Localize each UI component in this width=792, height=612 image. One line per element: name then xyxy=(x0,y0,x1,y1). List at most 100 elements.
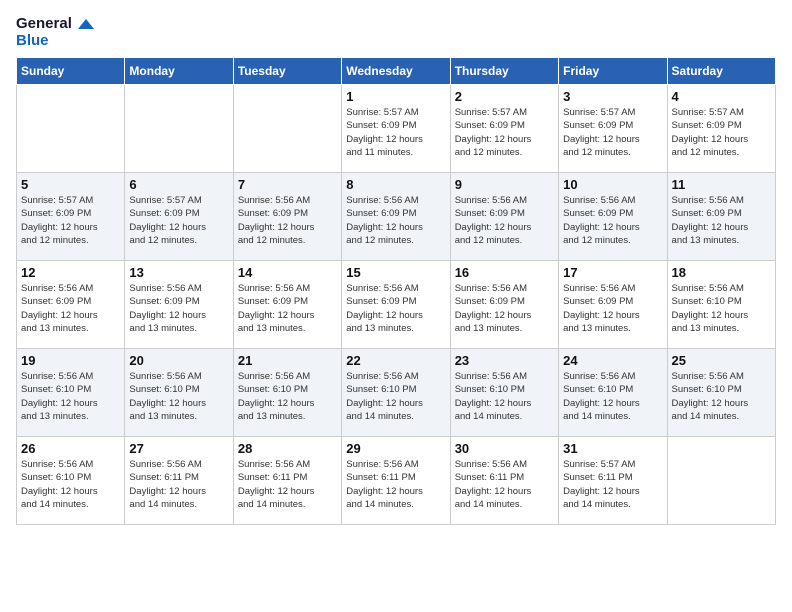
day-info: Sunrise: 5:56 AMSunset: 6:09 PMDaylight:… xyxy=(238,282,337,335)
day-number: 16 xyxy=(455,265,554,280)
logo-container: General Blue xyxy=(16,16,94,49)
week-row-3: 12Sunrise: 5:56 AMSunset: 6:09 PMDayligh… xyxy=(17,261,776,349)
day-number: 9 xyxy=(455,177,554,192)
day-info: Sunrise: 5:56 AMSunset: 6:09 PMDaylight:… xyxy=(21,282,120,335)
day-number: 24 xyxy=(563,353,662,368)
weekday-header-thursday: Thursday xyxy=(450,58,558,85)
day-info: Sunrise: 5:56 AMSunset: 6:09 PMDaylight:… xyxy=(346,282,445,335)
calendar-cell: 24 Sunrise: 5:56 AMSunset: 6:10 PMDayligh… xyxy=(559,349,667,437)
page-header: General Blue xyxy=(16,16,776,49)
calendar-cell: 11 Sunrise: 5:56 AMSunset: 6:09 PMDayligh… xyxy=(667,173,775,261)
weekday-header-sunday: Sunday xyxy=(17,58,125,85)
calendar-cell: 30 Sunrise: 5:56 AMSunset: 6:11 PMDayligh… xyxy=(450,437,558,525)
calendar-cell: 3 Sunrise: 5:57 AMSunset: 6:09 PMDaylight… xyxy=(559,85,667,173)
day-info: Sunrise: 5:57 AMSunset: 6:09 PMDaylight:… xyxy=(455,106,554,159)
calendar-cell: 15 Sunrise: 5:56 AMSunset: 6:09 PMDayligh… xyxy=(342,261,450,349)
day-info: Sunrise: 5:57 AMSunset: 6:09 PMDaylight:… xyxy=(563,106,662,159)
day-info: Sunrise: 5:56 AMSunset: 6:09 PMDaylight:… xyxy=(672,194,771,247)
day-info: Sunrise: 5:56 AMSunset: 6:11 PMDaylight:… xyxy=(455,458,554,511)
calendar-cell: 1 Sunrise: 5:57 AMSunset: 6:09 PMDaylight… xyxy=(342,85,450,173)
day-info: Sunrise: 5:56 AMSunset: 6:10 PMDaylight:… xyxy=(563,370,662,423)
calendar-cell: 21 Sunrise: 5:56 AMSunset: 6:10 PMDayligh… xyxy=(233,349,341,437)
day-info: Sunrise: 5:56 AMSunset: 6:10 PMDaylight:… xyxy=(21,370,120,423)
calendar-cell: 20 Sunrise: 5:56 AMSunset: 6:10 PMDayligh… xyxy=(125,349,233,437)
day-info: Sunrise: 5:57 AMSunset: 6:09 PMDaylight:… xyxy=(672,106,771,159)
weekday-header-row: SundayMondayTuesdayWednesdayThursdayFrid… xyxy=(17,58,776,85)
day-number: 3 xyxy=(563,89,662,104)
day-number: 1 xyxy=(346,89,445,104)
day-number: 20 xyxy=(129,353,228,368)
day-number: 7 xyxy=(238,177,337,192)
day-number: 30 xyxy=(455,441,554,456)
day-info: Sunrise: 5:56 AMSunset: 6:10 PMDaylight:… xyxy=(21,458,120,511)
calendar-cell: 2 Sunrise: 5:57 AMSunset: 6:09 PMDaylight… xyxy=(450,85,558,173)
logo: General Blue xyxy=(16,16,94,49)
weekday-header-friday: Friday xyxy=(559,58,667,85)
day-number: 25 xyxy=(672,353,771,368)
calendar-cell: 28Sunrise: 5:56 AMSunset: 6:11 PMDayligh… xyxy=(233,437,341,525)
day-number: 31 xyxy=(563,441,662,456)
week-row-4: 19Sunrise: 5:56 AMSunset: 6:10 PMDayligh… xyxy=(17,349,776,437)
calendar-cell: 29 Sunrise: 5:56 AMSunset: 6:11 PMDayligh… xyxy=(342,437,450,525)
day-info: Sunrise: 5:56 AMSunset: 6:10 PMDaylight:… xyxy=(672,370,771,423)
day-info: Sunrise: 5:56 AMSunset: 6:09 PMDaylight:… xyxy=(129,282,228,335)
day-number: 17 xyxy=(563,265,662,280)
calendar-cell xyxy=(17,85,125,173)
day-info: Sunrise: 5:56 AMSunset: 6:09 PMDaylight:… xyxy=(455,282,554,335)
day-number: 23 xyxy=(455,353,554,368)
calendar-cell: 8Sunrise: 5:56 AMSunset: 6:09 PMDaylight… xyxy=(342,173,450,261)
calendar-cell: 16 Sunrise: 5:56 AMSunset: 6:09 PMDayligh… xyxy=(450,261,558,349)
day-info: Sunrise: 5:57 AMSunset: 6:09 PMDaylight:… xyxy=(129,194,228,247)
day-info: Sunrise: 5:56 AMSunset: 6:10 PMDaylight:… xyxy=(672,282,771,335)
calendar-cell: 17 Sunrise: 5:56 AMSunset: 6:09 PMDayligh… xyxy=(559,261,667,349)
calendar-cell: 22Sunrise: 5:56 AMSunset: 6:10 PMDayligh… xyxy=(342,349,450,437)
day-info: Sunrise: 5:56 AMSunset: 6:11 PMDaylight:… xyxy=(346,458,445,511)
weekday-header-tuesday: Tuesday xyxy=(233,58,341,85)
day-info: Sunrise: 5:56 AMSunset: 6:11 PMDaylight:… xyxy=(129,458,228,511)
calendar-cell: 18 Sunrise: 5:56 AMSunset: 6:10 PMDayligh… xyxy=(667,261,775,349)
day-number: 5 xyxy=(21,177,120,192)
calendar-cell: 6Sunrise: 5:57 AMSunset: 6:09 PMDaylight… xyxy=(125,173,233,261)
day-number: 14 xyxy=(238,265,337,280)
day-number: 11 xyxy=(672,177,771,192)
calendar-cell: 4Sunrise: 5:57 AMSunset: 6:09 PMDaylight… xyxy=(667,85,775,173)
day-info: Sunrise: 5:56 AMSunset: 6:10 PMDaylight:… xyxy=(129,370,228,423)
calendar-cell: 27 Sunrise: 5:56 AMSunset: 6:11 PMDayligh… xyxy=(125,437,233,525)
day-info: Sunrise: 5:56 AMSunset: 6:10 PMDaylight:… xyxy=(455,370,554,423)
day-info: Sunrise: 5:56 AMSunset: 6:09 PMDaylight:… xyxy=(238,194,337,247)
calendar-cell: 19Sunrise: 5:56 AMSunset: 6:10 PMDayligh… xyxy=(17,349,125,437)
weekday-header-saturday: Saturday xyxy=(667,58,775,85)
day-info: Sunrise: 5:57 AMSunset: 6:09 PMDaylight:… xyxy=(21,194,120,247)
logo-blue: Blue xyxy=(16,33,94,50)
day-info: Sunrise: 5:56 AMSunset: 6:10 PMDaylight:… xyxy=(238,370,337,423)
week-row-5: 26Sunrise: 5:56 AMSunset: 6:10 PMDayligh… xyxy=(17,437,776,525)
calendar-cell: 9 Sunrise: 5:56 AMSunset: 6:09 PMDaylight… xyxy=(450,173,558,261)
day-number: 2 xyxy=(455,89,554,104)
calendar-cell: 5 Sunrise: 5:57 AMSunset: 6:09 PMDaylight… xyxy=(17,173,125,261)
day-number: 27 xyxy=(129,441,228,456)
day-number: 21 xyxy=(238,353,337,368)
day-number: 15 xyxy=(346,265,445,280)
day-info: Sunrise: 5:56 AMSunset: 6:09 PMDaylight:… xyxy=(563,282,662,335)
day-info: Sunrise: 5:56 AMSunset: 6:09 PMDaylight:… xyxy=(455,194,554,247)
calendar-table: SundayMondayTuesdayWednesdayThursdayFrid… xyxy=(16,57,776,525)
weekday-header-wednesday: Wednesday xyxy=(342,58,450,85)
day-number: 10 xyxy=(563,177,662,192)
calendar-cell xyxy=(233,85,341,173)
day-number: 22 xyxy=(346,353,445,368)
day-info: Sunrise: 5:56 AMSunset: 6:09 PMDaylight:… xyxy=(346,194,445,247)
day-number: 13 xyxy=(129,265,228,280)
calendar-cell xyxy=(125,85,233,173)
calendar-cell xyxy=(667,437,775,525)
calendar-cell: 26Sunrise: 5:56 AMSunset: 6:10 PMDayligh… xyxy=(17,437,125,525)
day-number: 28 xyxy=(238,441,337,456)
day-number: 29 xyxy=(346,441,445,456)
calendar-cell: 7 Sunrise: 5:56 AMSunset: 6:09 PMDaylight… xyxy=(233,173,341,261)
calendar-cell: 14 Sunrise: 5:56 AMSunset: 6:09 PMDayligh… xyxy=(233,261,341,349)
day-number: 18 xyxy=(672,265,771,280)
day-info: Sunrise: 5:56 AMSunset: 6:09 PMDaylight:… xyxy=(563,194,662,247)
logo-general: General xyxy=(16,16,94,33)
calendar-cell: 31Sunrise: 5:57 AMSunset: 6:11 PMDayligh… xyxy=(559,437,667,525)
day-info: Sunrise: 5:57 AMSunset: 6:09 PMDaylight:… xyxy=(346,106,445,159)
calendar-cell: 12Sunrise: 5:56 AMSunset: 6:09 PMDayligh… xyxy=(17,261,125,349)
